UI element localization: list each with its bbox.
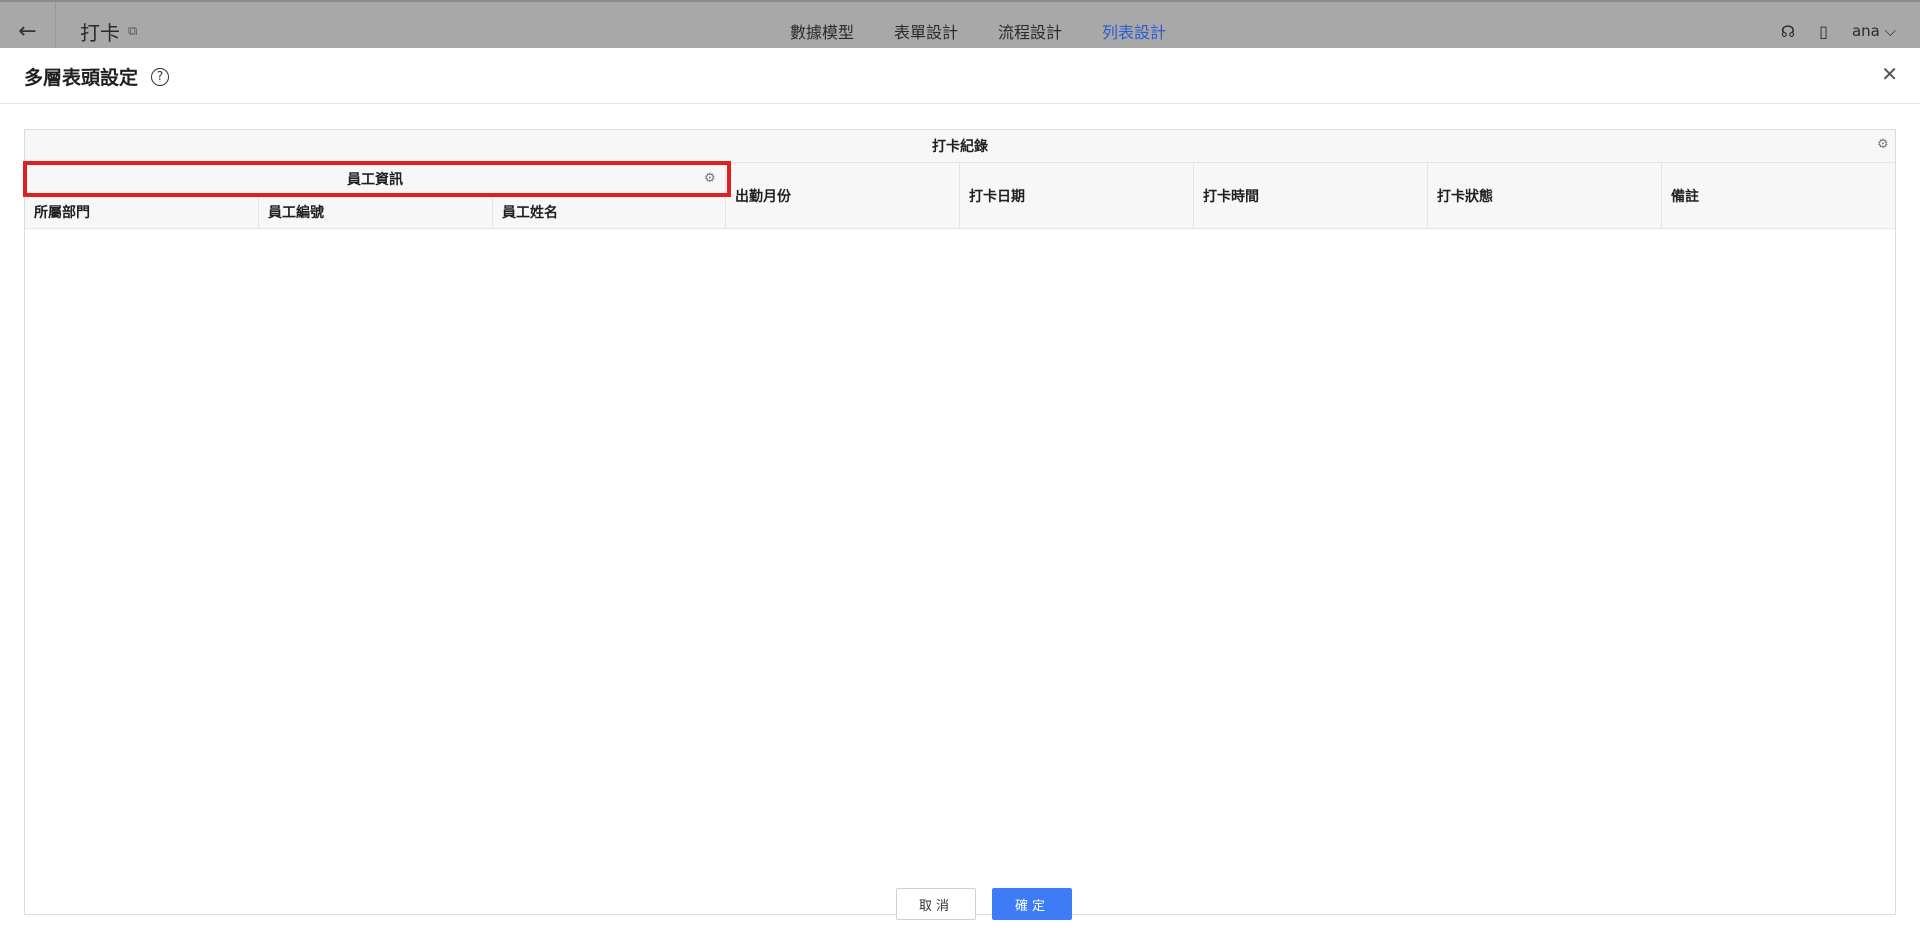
column-header-label: 員工姓名	[502, 205, 558, 221]
modal-header: 多層表頭設定 ? ✕	[0, 48, 1920, 104]
nav-tab-list-design[interactable]: 列表設計	[1102, 19, 1166, 43]
column-header-label: 所屬部門	[34, 205, 90, 221]
column-header[interactable]: 打卡時間	[1194, 163, 1428, 229]
column-header[interactable]: 員工編號	[259, 196, 493, 229]
arrow-left-icon: ←	[18, 18, 37, 44]
external-link-icon[interactable]: ⧉	[128, 24, 137, 39]
column-header[interactable]: 所屬部門	[25, 196, 259, 229]
multi-header-settings-modal: 多層表頭設定 ? ✕ 打卡紀錄 ⚙ 員工資訊 ⚙ 所屬部門 員工編號 員工姓名 …	[0, 48, 1920, 946]
column-header-label: 打卡狀態	[1437, 188, 1493, 205]
subgroup-header-cell[interactable]: 員工資訊	[25, 163, 726, 196]
column-header[interactable]: 打卡日期	[960, 163, 1194, 229]
close-icon[interactable]: ✕	[1881, 62, 1898, 86]
nav-tab-data-model[interactable]: 數據模型	[790, 19, 854, 43]
header-table: 打卡紀錄 ⚙ 員工資訊 ⚙ 所屬部門 員工編號 員工姓名 出勤月份 打卡日期 打…	[23, 129, 1896, 915]
column-header[interactable]: 備註	[1662, 163, 1895, 229]
nav-tab-flow-design[interactable]: 流程設計	[998, 19, 1062, 43]
document-icon[interactable]: ▯	[1819, 22, 1828, 41]
group-header-label: 打卡紀錄	[932, 139, 988, 155]
column-header-label: 打卡時間	[1203, 188, 1259, 205]
group-header-cell[interactable]: 打卡紀錄	[25, 130, 1895, 163]
modal-title: 多層表頭設定	[24, 67, 139, 89]
chevron-down-icon: ⌵	[1884, 22, 1896, 40]
support-icon[interactable]: ☊	[1781, 22, 1795, 41]
column-header-label: 打卡日期	[969, 188, 1025, 205]
modal-footer: 取消 確定	[0, 888, 1920, 928]
user-name: ana	[1851, 22, 1880, 40]
gear-icon[interactable]: ⚙	[1877, 137, 1889, 152]
gear-icon[interactable]: ⚙	[704, 171, 716, 186]
confirm-button[interactable]: 確定	[992, 888, 1072, 920]
column-header[interactable]: 打卡狀態	[1428, 163, 1662, 229]
subgroup-header-label: 員工資訊	[347, 172, 403, 188]
app-title: 打卡	[80, 20, 120, 45]
column-header-label: 員工編號	[268, 205, 324, 221]
question-circle-icon[interactable]: ?	[151, 68, 169, 86]
column-header[interactable]: 出勤月份	[726, 163, 960, 229]
user-menu[interactable]: ana ⌵	[1852, 22, 1896, 40]
cancel-button[interactable]: 取消	[896, 888, 976, 920]
column-header[interactable]: 員工姓名	[493, 196, 726, 229]
column-header-label: 出勤月份	[735, 188, 791, 205]
column-header-label: 備註	[1671, 188, 1699, 205]
nav-tab-form-design[interactable]: 表單設計	[894, 19, 958, 43]
